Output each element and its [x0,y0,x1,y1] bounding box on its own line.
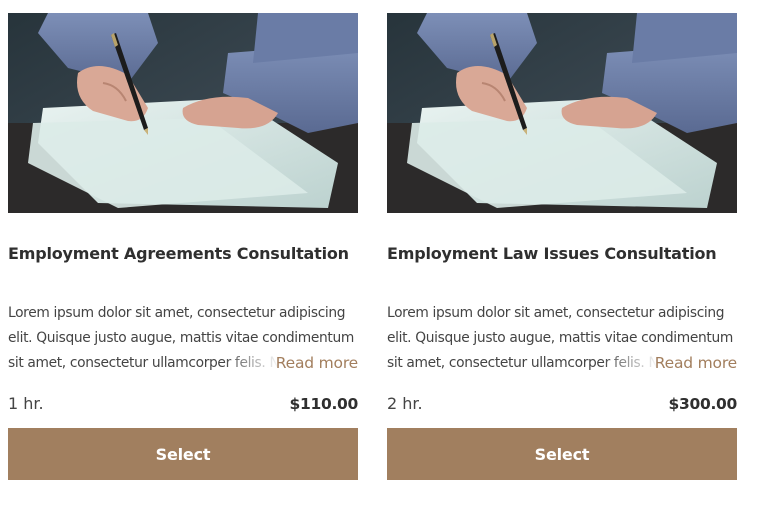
service-meta: 2 hr. $300.00 [387,393,737,415]
service-title: Employment Agreements Consultation [8,244,349,263]
service-duration: 2 hr. [387,394,423,413]
service-photo [387,13,737,213]
service-photo [8,13,358,213]
service-price: $110.00 [289,395,359,413]
service-title: Employment Law Issues Consultation [387,244,717,263]
service-price: $300.00 [668,395,738,413]
signing-document-image [8,13,358,213]
service-meta: 1 hr. $110.00 [8,393,358,415]
service-description-block: Lorem ipsum dolor sit amet, consectetur … [387,301,737,376]
read-more-link[interactable]: Read more [276,351,358,376]
service-duration: 1 hr. [8,394,44,413]
service-description-block: Lorem ipsum dolor sit amet, consectetur … [8,301,358,376]
service-card: Employment Agreements Consultation Lorem… [8,13,358,480]
select-button[interactable]: Select [387,428,737,480]
signing-document-image [387,13,737,213]
select-button[interactable]: Select [8,428,358,480]
read-more-link[interactable]: Read more [655,351,737,376]
service-card: Employment Law Issues Consultation Lorem… [387,13,737,480]
